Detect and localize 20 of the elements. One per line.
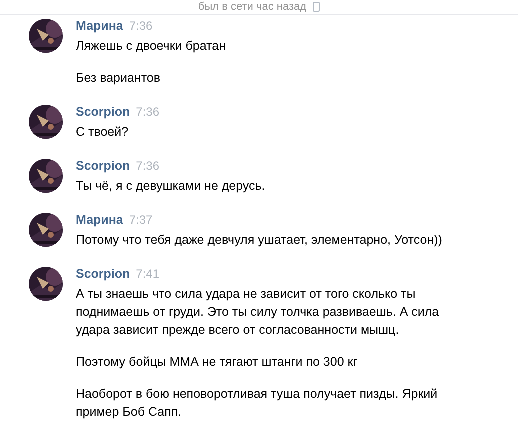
message-text: Потому что тебя даже девчуля ушатает, элементарно, Уотсон)) [76, 232, 444, 249]
message-time: 7:37 [129, 213, 153, 227]
last-seen-status: был в сети час назад [198, 1, 307, 13]
message-text: Без вариантов [76, 70, 162, 87]
message-time: 7:41 [136, 267, 160, 281]
message-text: Наоборот в бою неповоротливая туша получает пизды. Яркий пример Боб Сапп. [76, 386, 439, 421]
author-name[interactable]: Scorpion [76, 267, 130, 281]
message-text: Поэтому бойцы ММА не тягают штанги по 300 кг [76, 354, 359, 371]
message-time: 7:36 [136, 159, 160, 173]
message-text: Ты чё, я с девушками не дерусь. [76, 178, 266, 195]
author-name[interactable]: Scorpion [76, 105, 130, 119]
author-name[interactable]: Марина [76, 213, 124, 227]
author-name[interactable]: Scorpion [76, 159, 130, 173]
phone-icon [312, 2, 320, 12]
message-text: Ляжешь с двоечки братан [76, 38, 227, 55]
message-text: А ты знаешь что сила удара не зависит от того сколько ты поднимаешь от груди. Это ты силу толчка развиваешь. А сила удара зависит прежде всего от согласованности мышц. [76, 286, 440, 339]
message-time: 7:36 [136, 105, 160, 119]
author-name[interactable]: Марина [76, 19, 124, 33]
message-time: 7:36 [129, 19, 153, 33]
message-text: С твоей? [76, 124, 130, 141]
